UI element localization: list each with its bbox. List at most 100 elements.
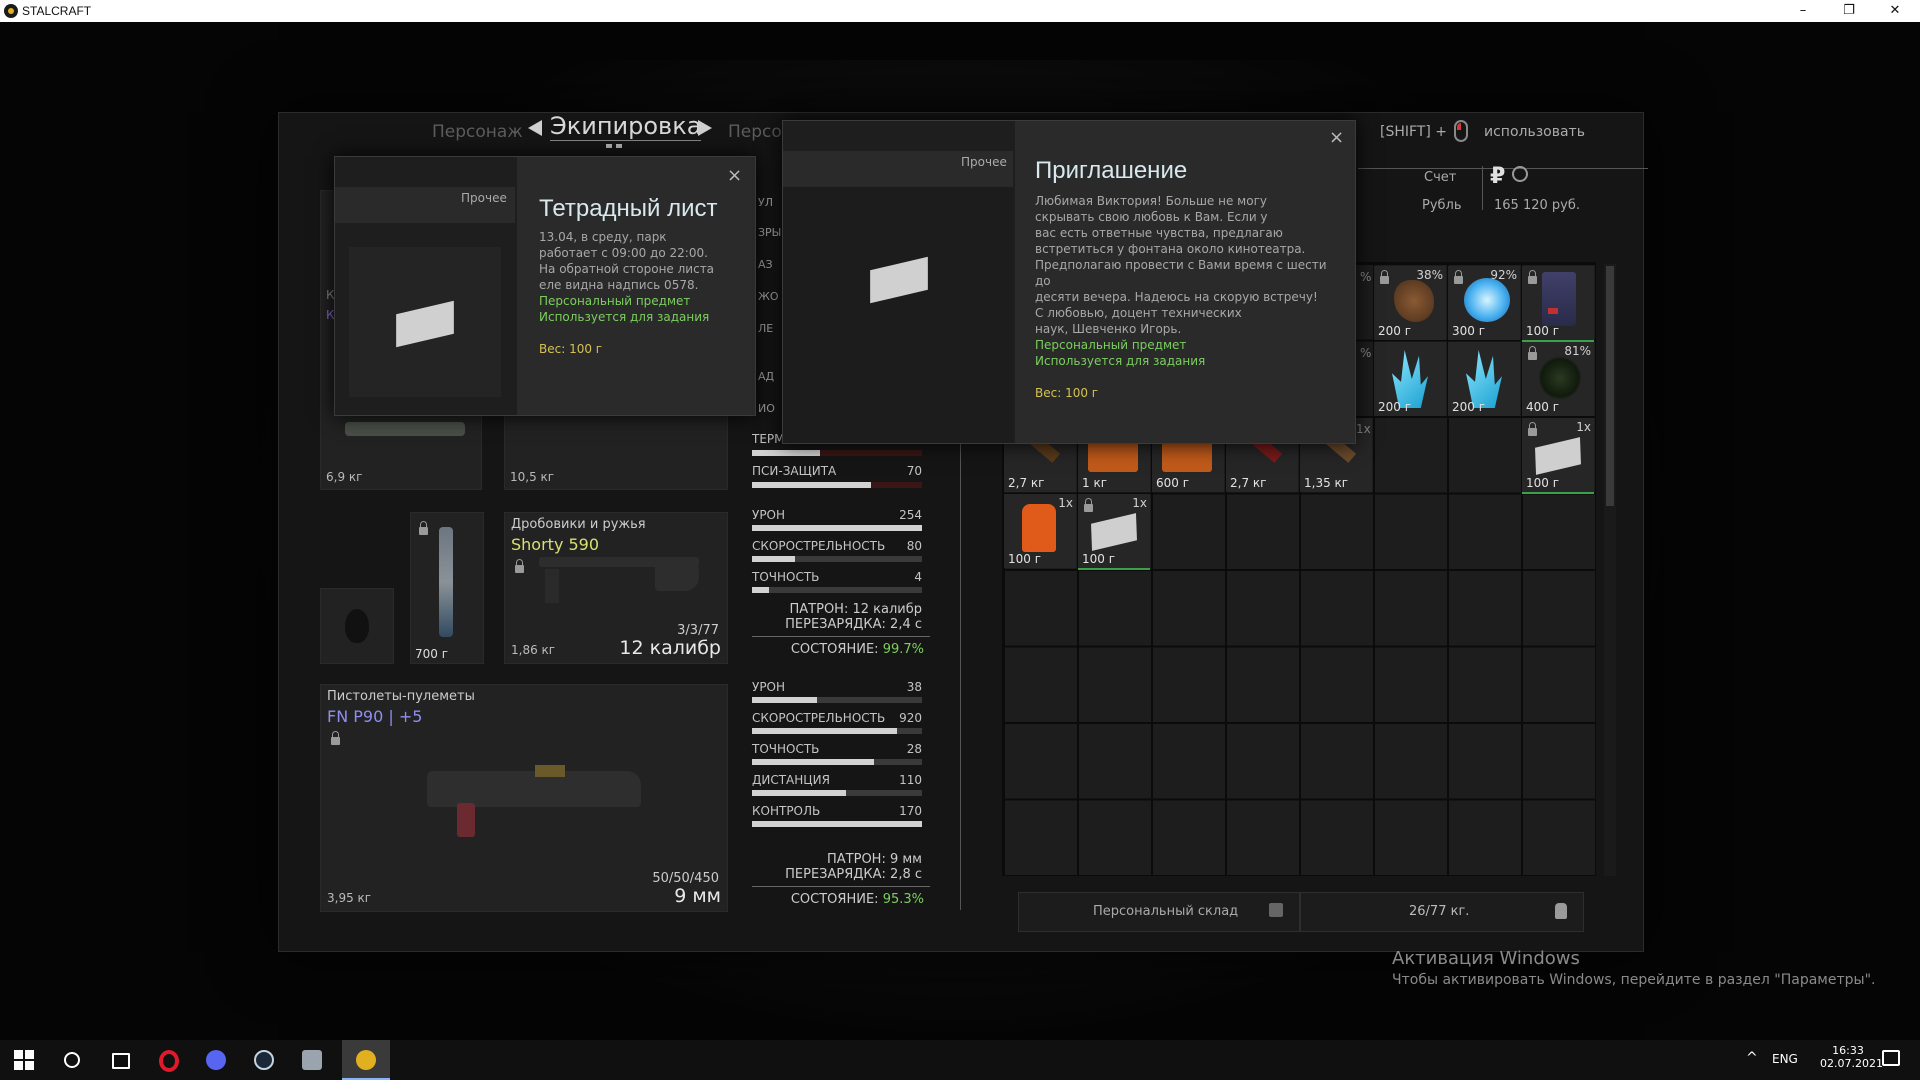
terminal-label: ТЕРМ (752, 432, 785, 446)
shift-hint: [SHIFT] + (1380, 124, 1448, 140)
stat-bar-fill (752, 821, 922, 827)
tooltip-close-icon[interactable]: × (727, 165, 742, 186)
tray-arrow-icon[interactable]: ^ (1746, 1050, 1758, 1066)
clock[interactable]: 16:33 02.07.2021 (1820, 1044, 1883, 1070)
stat-bar-fill (752, 728, 897, 734)
storage-label: Персональный склад (1093, 904, 1239, 919)
notifications-icon[interactable] (1882, 1050, 1900, 1066)
smg-caliber: 9 мм (674, 885, 721, 907)
mouse-icon (1454, 120, 1468, 142)
stat-row: ТОЧНОСТЬ 28 (752, 742, 922, 765)
stat-bar-fill (752, 759, 875, 765)
shotgun-category: Дробовики и ружья (511, 517, 646, 532)
stat-bar-fill (752, 587, 769, 593)
inventory-item[interactable]: 200 г (1374, 342, 1446, 416)
use-hint: использовать (1484, 124, 1585, 140)
inventory-item[interactable]: 100 г (1522, 266, 1594, 342)
ruble-icon: ₽ (1490, 164, 1506, 189)
shotgun-stats: УРОН 254 СКОРОСТРЕЛЬНОСТЬ 80 ТОЧНОСТЬ 4 … (752, 508, 930, 662)
steam-icon[interactable] (240, 1040, 288, 1080)
shotgun-condition: СОСТОЯНИЕ: 99.7% (790, 642, 924, 657)
artifact-image (1394, 280, 1434, 322)
discord-icon[interactable] (192, 1040, 240, 1080)
shotgun-reload: ПЕРЕЗАРЯДКА: 2,4 с (785, 617, 922, 632)
psi-bar (752, 482, 922, 488)
tab-next-partial[interactable]: Персо (728, 122, 782, 142)
tooltip-close-icon[interactable]: × (1329, 127, 1344, 148)
personal-item-tag: Персональный предмет (539, 294, 691, 308)
armor-image (345, 422, 465, 436)
grenade-slot[interactable] (320, 588, 394, 664)
restore-button[interactable]: ❐ (1826, 0, 1872, 22)
smg-stats: УРОН 38 СКОРОСТРЕЛЬНОСТЬ 920 ТОЧНОСТЬ 28… (752, 680, 930, 910)
prev-tab-arrow-icon[interactable] (528, 120, 542, 136)
notebook-sheet-image (396, 300, 454, 348)
smg-slot[interactable]: Пистолеты-пулеметы FN P90 | +5 50/50/450… (320, 684, 728, 912)
window-title: STALCRAFT (22, 4, 92, 18)
tooltip-title: Тетрадный лист (539, 195, 718, 222)
inventory-item[interactable]: 81% 400 г (1522, 342, 1594, 416)
knife-slot[interactable]: 700 г (410, 512, 484, 664)
divider (1482, 166, 1483, 210)
smg-ammo-type: ПАТРОН: 9 мм (827, 852, 922, 867)
language-indicator[interactable]: ENG (1772, 1052, 1798, 1066)
stat-row: УРОН 38 (752, 680, 922, 703)
storage-icon (1269, 903, 1283, 917)
smg-weight: 3,95 кг (327, 891, 372, 905)
stat-row: КОНТРОЛЬ 170 (752, 804, 922, 827)
quest-item-tag: Используется для задания (539, 310, 710, 324)
inventory-scrollbar[interactable] (1604, 264, 1616, 876)
balance-value: 165 120 руб. (1494, 198, 1580, 213)
next-tab-arrow-icon[interactable] (698, 120, 712, 136)
inventory-item-paper[interactable]: 1x 100 г (1078, 494, 1150, 570)
smg-image (427, 771, 641, 807)
page-indicator-dot (616, 144, 622, 148)
partial-pct: % (1360, 346, 1372, 360)
artifact-image (1464, 278, 1510, 322)
inventory-item[interactable]: 200 г (1448, 342, 1520, 416)
partial-count: 1x (1356, 422, 1371, 436)
search-icon[interactable] (48, 1040, 96, 1080)
opera-icon[interactable] (144, 1040, 192, 1080)
quest-item-tag: Используется для задания (1035, 354, 1206, 368)
currency-label: Рубль (1422, 198, 1462, 213)
task-view-icon[interactable] (96, 1040, 144, 1080)
invitation-image (870, 256, 928, 304)
close-button[interactable]: ✕ (1872, 0, 1918, 22)
capacity-text: 26/77 кг. (1409, 904, 1470, 919)
personal-storage-button[interactable]: Персональный склад (1018, 892, 1300, 932)
stat-row: СКОРОСТРЕЛЬНОСТЬ 80 (752, 539, 922, 562)
knife-image (439, 527, 453, 637)
stat-bar-fill (752, 790, 846, 796)
inventory-item[interactable]: 92% 300 г (1448, 266, 1520, 340)
shotgun-slot[interactable]: Дробовики и ружья Shorty 590 3/3/77 12 к… (504, 512, 728, 664)
device-image (1542, 272, 1576, 326)
stat-bar-fill (752, 556, 795, 562)
stat-bar-fill (752, 697, 817, 703)
inventory-item-paper[interactable]: 1x 100 г (1522, 418, 1594, 494)
inventory-item[interactable]: 1x 100 г (1004, 494, 1076, 568)
scrollbar-thumb[interactable] (1606, 266, 1614, 506)
tooltip-title: Приглашение (1035, 157, 1188, 184)
inventory-item[interactable]: 38% 200 г (1374, 266, 1446, 340)
start-button[interactable] (0, 1040, 48, 1080)
artifact-image (1538, 356, 1582, 400)
backpack-weight: 10,5 кг (510, 470, 555, 484)
stalcraft-logo-icon (4, 4, 18, 18)
tab-equipment[interactable]: Экипировка (550, 112, 702, 141)
weight-icon (1555, 903, 1567, 919)
settings-icon[interactable] (1512, 166, 1528, 182)
paper-image (1535, 437, 1581, 475)
stat-bar-fill (752, 525, 922, 531)
stat-row: ДИСТАНЦИЯ 110 (752, 773, 922, 796)
window-title-bar: STALCRAFT – ❐ ✕ (0, 0, 1920, 22)
smg-category: Пистолеты-пулеметы (327, 689, 475, 704)
knife-weight: 700 г (415, 647, 449, 661)
app-icon[interactable] (288, 1040, 336, 1080)
tab-character[interactable]: Персонаж (432, 122, 523, 142)
partial-pct: % (1360, 270, 1372, 284)
terminal-bar (752, 450, 922, 456)
shotgun-ammo-type: ПАТРОН: 12 калибр (789, 602, 923, 617)
stalcraft-taskbar-icon[interactable] (342, 1040, 390, 1080)
minimize-button[interactable]: – (1780, 0, 1826, 22)
